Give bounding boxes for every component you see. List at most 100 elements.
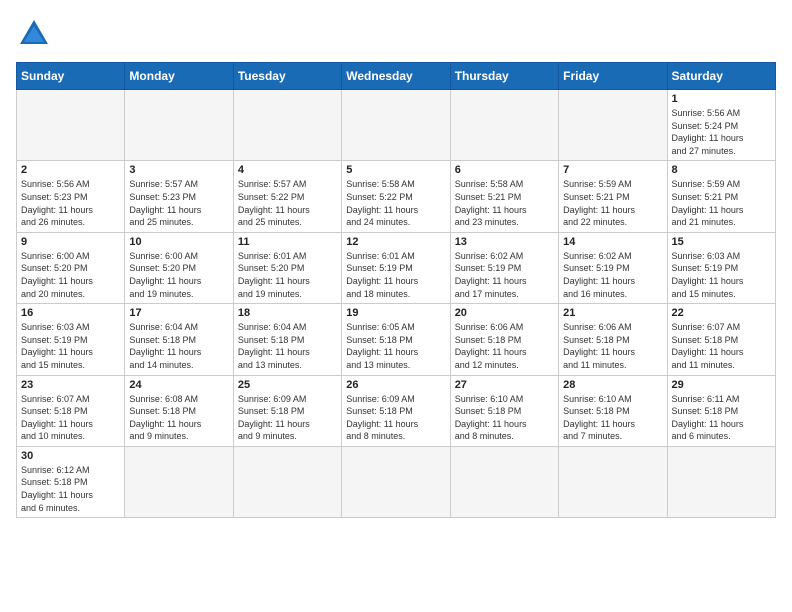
day-number: 10: [129, 236, 228, 248]
day-info: Sunrise: 6:00 AM Sunset: 5:20 PM Dayligh…: [129, 250, 228, 300]
calendar-day-cell: 21Sunrise: 6:06 AM Sunset: 5:18 PM Dayli…: [559, 304, 667, 375]
day-info: Sunrise: 6:10 AM Sunset: 5:18 PM Dayligh…: [563, 393, 662, 443]
day-info: Sunrise: 5:58 AM Sunset: 5:22 PM Dayligh…: [346, 178, 445, 228]
day-number: 19: [346, 307, 445, 319]
day-number: 5: [346, 164, 445, 176]
day-info: Sunrise: 6:08 AM Sunset: 5:18 PM Dayligh…: [129, 393, 228, 443]
logo: [16, 16, 58, 52]
calendar-row: 30Sunrise: 6:12 AM Sunset: 5:18 PM Dayli…: [17, 446, 776, 517]
calendar-day-cell: 10 Sunrise: 6:00 AM Sunset: 5:20 PM Dayli…: [125, 232, 233, 303]
weekday-header-row: SundayMondayTuesdayWednesdayThursdayFrid…: [17, 63, 776, 90]
day-info: Sunrise: 6:01 AM Sunset: 5:20 PM Dayligh…: [238, 250, 337, 300]
day-info: Sunrise: 6:07 AM Sunset: 5:18 PM Dayligh…: [672, 321, 771, 371]
calendar-empty-cell: [233, 446, 341, 517]
calendar-day-cell: 23 Sunrise: 6:07 AM Sunset: 5:18 PM Dayli…: [17, 375, 125, 446]
day-info: Sunrise: 6:03 AM Sunset: 5:19 PM Dayligh…: [672, 250, 771, 300]
page-header: [16, 16, 776, 52]
logo-icon: [16, 16, 52, 52]
calendar-empty-cell: [125, 446, 233, 517]
day-number: 8: [672, 164, 771, 176]
day-number: 15: [672, 236, 771, 248]
calendar-day-cell: 22Sunrise: 6:07 AM Sunset: 5:18 PM Dayli…: [667, 304, 775, 375]
weekday-header-saturday: Saturday: [667, 63, 775, 90]
calendar-day-cell: 19 Sunrise: 6:05 AM Sunset: 5:18 PM Dayli…: [342, 304, 450, 375]
day-info: Sunrise: 5:59 AM Sunset: 5:21 PM Dayligh…: [563, 178, 662, 228]
weekday-header-sunday: Sunday: [17, 63, 125, 90]
calendar-day-cell: 11 Sunrise: 6:01 AM Sunset: 5:20 PM Dayli…: [233, 232, 341, 303]
day-number: 9: [21, 236, 120, 248]
day-info: Sunrise: 6:01 AM Sunset: 5:19 PM Dayligh…: [346, 250, 445, 300]
day-info: Sunrise: 6:02 AM Sunset: 5:19 PM Dayligh…: [563, 250, 662, 300]
weekday-header-wednesday: Wednesday: [342, 63, 450, 90]
day-info: Sunrise: 6:00 AM Sunset: 5:20 PM Dayligh…: [21, 250, 120, 300]
weekday-header-thursday: Thursday: [450, 63, 558, 90]
calendar-day-cell: 28Sunrise: 6:10 AM Sunset: 5:18 PM Dayli…: [559, 375, 667, 446]
day-number: 12: [346, 236, 445, 248]
calendar-empty-cell: [559, 446, 667, 517]
day-info: Sunrise: 6:10 AM Sunset: 5:18 PM Dayligh…: [455, 393, 554, 443]
calendar-day-cell: 25 Sunrise: 6:09 AM Sunset: 5:18 PM Dayli…: [233, 375, 341, 446]
day-number: 30: [21, 450, 120, 462]
calendar-table: SundayMondayTuesdayWednesdayThursdayFrid…: [16, 62, 776, 518]
calendar-empty-cell: [450, 90, 558, 161]
calendar-day-cell: 3Sunrise: 5:57 AM Sunset: 5:23 PM Daylig…: [125, 161, 233, 232]
day-info: Sunrise: 6:09 AM Sunset: 5:18 PM Dayligh…: [346, 393, 445, 443]
calendar-day-cell: 14Sunrise: 6:02 AM Sunset: 5:19 PM Dayli…: [559, 232, 667, 303]
calendar-day-cell: 2 Sunrise: 5:56 AM Sunset: 5:23 PM Daylig…: [17, 161, 125, 232]
calendar-empty-cell: [559, 90, 667, 161]
calendar-day-cell: 4Sunrise: 5:57 AM Sunset: 5:22 PM Daylig…: [233, 161, 341, 232]
day-info: Sunrise: 6:02 AM Sunset: 5:19 PM Dayligh…: [455, 250, 554, 300]
day-number: 20: [455, 307, 554, 319]
day-number: 25: [238, 379, 337, 391]
calendar-day-cell: 17Sunrise: 6:04 AM Sunset: 5:18 PM Dayli…: [125, 304, 233, 375]
calendar-empty-cell: [233, 90, 341, 161]
day-info: Sunrise: 6:07 AM Sunset: 5:18 PM Dayligh…: [21, 393, 120, 443]
calendar-row: 16Sunrise: 6:03 AM Sunset: 5:19 PM Dayli…: [17, 304, 776, 375]
day-number: 18: [238, 307, 337, 319]
calendar-day-cell: 18Sunrise: 6:04 AM Sunset: 5:18 PM Dayli…: [233, 304, 341, 375]
weekday-header-tuesday: Tuesday: [233, 63, 341, 90]
calendar-day-cell: 24 Sunrise: 6:08 AM Sunset: 5:18 PM Dayli…: [125, 375, 233, 446]
day-number: 27: [455, 379, 554, 391]
day-number: 13: [455, 236, 554, 248]
calendar-empty-cell: [342, 90, 450, 161]
day-number: 11: [238, 236, 337, 248]
day-number: 29: [672, 379, 771, 391]
day-info: Sunrise: 6:03 AM Sunset: 5:19 PM Dayligh…: [21, 321, 120, 371]
calendar-day-cell: 1 Sunrise: 5:56 AM Sunset: 5:24 PM Daylig…: [667, 90, 775, 161]
day-info: Sunrise: 6:04 AM Sunset: 5:18 PM Dayligh…: [129, 321, 228, 371]
day-number: 24: [129, 379, 228, 391]
day-info: Sunrise: 5:56 AM Sunset: 5:23 PM Dayligh…: [21, 178, 120, 228]
day-info: Sunrise: 5:56 AM Sunset: 5:24 PM Dayligh…: [672, 107, 771, 157]
day-info: Sunrise: 6:09 AM Sunset: 5:18 PM Dayligh…: [238, 393, 337, 443]
calendar-day-cell: 26 Sunrise: 6:09 AM Sunset: 5:18 PM Dayli…: [342, 375, 450, 446]
day-info: Sunrise: 5:59 AM Sunset: 5:21 PM Dayligh…: [672, 178, 771, 228]
calendar-row: 23 Sunrise: 6:07 AM Sunset: 5:18 PM Dayli…: [17, 375, 776, 446]
weekday-header-friday: Friday: [559, 63, 667, 90]
day-info: Sunrise: 6:06 AM Sunset: 5:18 PM Dayligh…: [455, 321, 554, 371]
calendar-day-cell: 13 Sunrise: 6:02 AM Sunset: 5:19 PM Dayli…: [450, 232, 558, 303]
day-info: Sunrise: 6:06 AM Sunset: 5:18 PM Dayligh…: [563, 321, 662, 371]
calendar-day-cell: 20 Sunrise: 6:06 AM Sunset: 5:18 PM Dayli…: [450, 304, 558, 375]
calendar-day-cell: 5 Sunrise: 5:58 AM Sunset: 5:22 PM Daylig…: [342, 161, 450, 232]
calendar-empty-cell: [125, 90, 233, 161]
calendar-day-cell: 6Sunrise: 5:58 AM Sunset: 5:21 PM Daylig…: [450, 161, 558, 232]
day-info: Sunrise: 5:57 AM Sunset: 5:23 PM Dayligh…: [129, 178, 228, 228]
calendar-day-cell: 9 Sunrise: 6:00 AM Sunset: 5:20 PM Daylig…: [17, 232, 125, 303]
calendar-day-cell: 30Sunrise: 6:12 AM Sunset: 5:18 PM Dayli…: [17, 446, 125, 517]
calendar-empty-cell: [342, 446, 450, 517]
calendar-day-cell: 29 Sunrise: 6:11 AM Sunset: 5:18 PM Dayli…: [667, 375, 775, 446]
calendar-row: 2 Sunrise: 5:56 AM Sunset: 5:23 PM Daylig…: [17, 161, 776, 232]
day-info: Sunrise: 6:05 AM Sunset: 5:18 PM Dayligh…: [346, 321, 445, 371]
day-number: 26: [346, 379, 445, 391]
day-number: 2: [21, 164, 120, 176]
day-number: 1: [672, 93, 771, 105]
calendar-day-cell: 15 Sunrise: 6:03 AM Sunset: 5:19 PM Dayli…: [667, 232, 775, 303]
day-number: 7: [563, 164, 662, 176]
calendar-day-cell: 7 Sunrise: 5:59 AM Sunset: 5:21 PM Daylig…: [559, 161, 667, 232]
calendar-empty-cell: [667, 446, 775, 517]
day-info: Sunrise: 6:11 AM Sunset: 5:18 PM Dayligh…: [672, 393, 771, 443]
day-number: 23: [21, 379, 120, 391]
calendar-day-cell: 8 Sunrise: 5:59 AM Sunset: 5:21 PM Daylig…: [667, 161, 775, 232]
calendar-empty-cell: [450, 446, 558, 517]
